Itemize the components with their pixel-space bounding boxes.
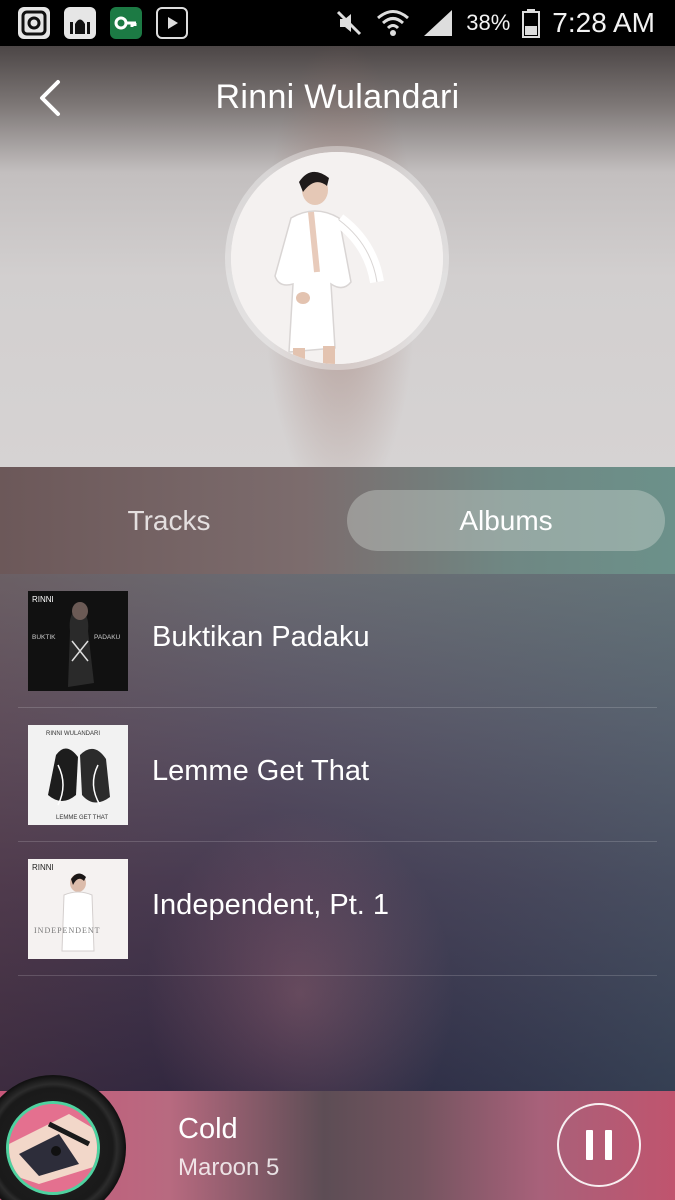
- album-cover: RINNI INDEPENDENT: [28, 859, 128, 959]
- now-playing-artwork: [6, 1101, 100, 1195]
- battery-percent: 38%: [466, 10, 511, 35]
- tab-albums[interactable]: Albums: [347, 490, 665, 551]
- album-cover: RINNI WULANDARI LEMME GET THAT: [28, 725, 128, 825]
- key-app-icon: [110, 7, 142, 39]
- status-bar: 38% 7:28 AM: [0, 0, 675, 46]
- system-icons: 38% 7:28 AM: [334, 7, 655, 39]
- pause-icon: [586, 1130, 593, 1160]
- list-item[interactable]: RINNI INDEPENDENT Independent, Pt. 1: [18, 842, 657, 976]
- now-playing-bar[interactable]: Cold Maroon 5: [0, 1075, 675, 1200]
- album-title: Lemme Get That: [152, 755, 370, 787]
- svg-text:BUKTIK: BUKTIK: [32, 634, 56, 641]
- now-playing-title: Cold: [178, 1113, 238, 1145]
- clock: 7:28 AM: [552, 7, 655, 38]
- svg-text:INDEPENDENT: INDEPENDENT: [34, 926, 101, 935]
- svg-text:RINNI WULANDARI: RINNI WULANDARI: [46, 731, 100, 737]
- mute-icon: [337, 10, 362, 36]
- list-item[interactable]: RINNI BUKTIK PADAKU Buktikan Padaku: [18, 574, 657, 708]
- camera-app-icon: [18, 7, 50, 39]
- artist-avatar: [231, 152, 443, 364]
- wifi-icon: [377, 10, 410, 36]
- battery-icon: [522, 9, 541, 38]
- pause-icon: [605, 1130, 612, 1160]
- svg-text:RINNI: RINNI: [32, 595, 54, 604]
- svg-text:PADAKU: PADAKU: [94, 634, 121, 641]
- vinyl-record[interactable]: [0, 1075, 126, 1200]
- play-store-icon: [156, 7, 188, 39]
- album-cover: RINNI BUKTIK PADAKU: [28, 591, 128, 691]
- album-list: RINNI BUKTIK PADAKU Buktikan Padaku RINN…: [0, 574, 675, 1091]
- album-title: Buktikan Padaku: [152, 621, 370, 653]
- page-title: Rinni Wulandari: [215, 78, 460, 116]
- svg-text:RINNI: RINNI: [32, 863, 54, 872]
- artist-header: Rinni Wulandari: [0, 46, 675, 467]
- notification-icons: [18, 7, 188, 39]
- artist-avatar-ring: [225, 146, 449, 370]
- now-playing-artist: Maroon 5: [178, 1154, 280, 1181]
- pause-button[interactable]: [557, 1103, 641, 1187]
- album-title: Independent, Pt. 1: [152, 889, 390, 921]
- signal-icon: [424, 10, 453, 36]
- tab-tracks[interactable]: Tracks: [0, 490, 338, 551]
- tab-bar: Tracks Albums: [0, 467, 675, 574]
- svg-text:LEMME GET THAT: LEMME GET THAT: [56, 815, 108, 821]
- mosque-app-icon: [64, 7, 96, 39]
- list-item[interactable]: RINNI WULANDARI LEMME GET THAT Lemme Get…: [18, 708, 657, 842]
